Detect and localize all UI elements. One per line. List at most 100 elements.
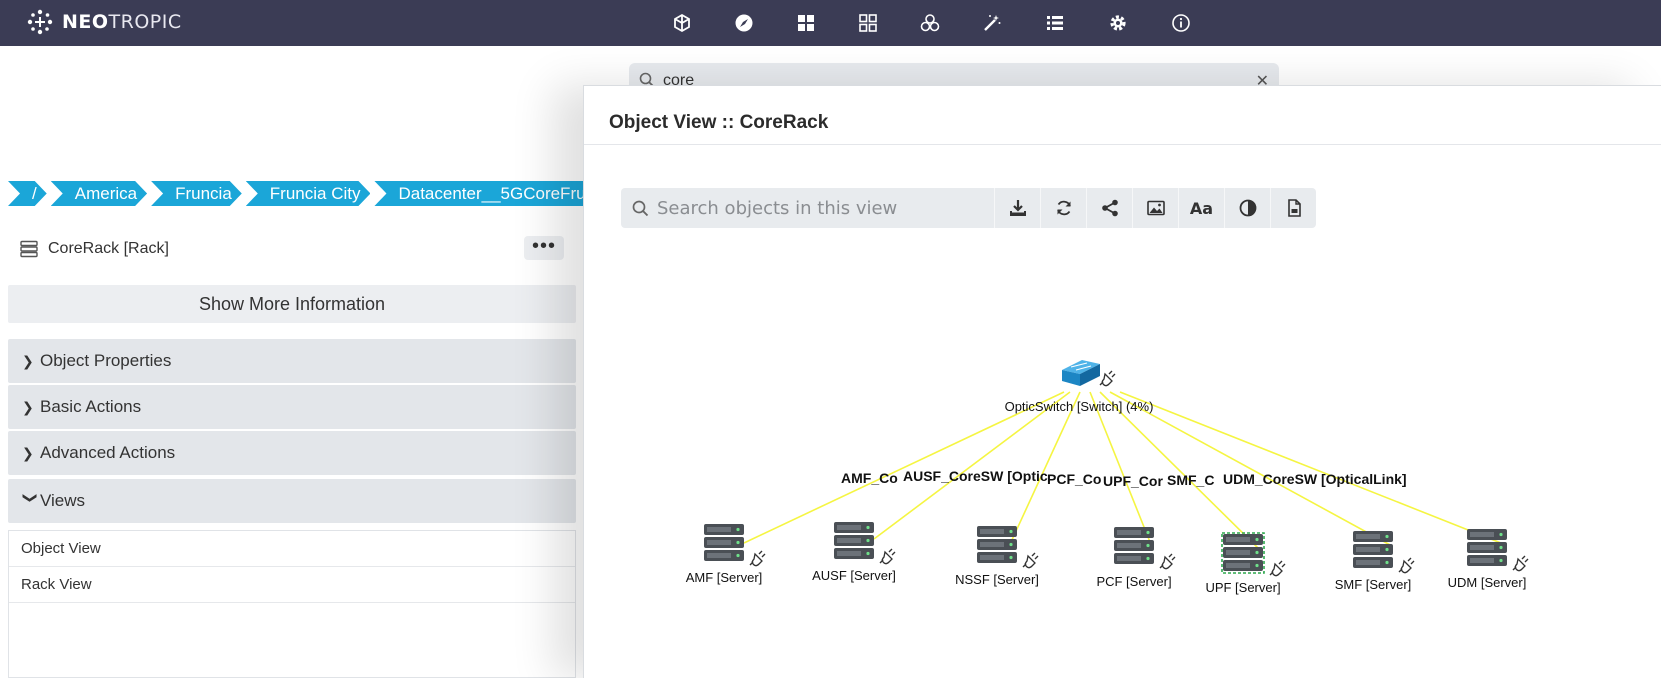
top-navbar: NEOTROPIC: [0, 0, 1661, 46]
server-icon: [1467, 529, 1507, 566]
server-node-udm[interactable]: UDM [Server]: [1448, 529, 1529, 590]
section-label: Object Properties: [40, 351, 172, 370]
plug-icon: [1512, 555, 1529, 572]
breadcrumb-datacenter[interactable]: Datacenter__5GCoreFruncia: [374, 181, 592, 206]
contrast-icon: [1239, 199, 1256, 217]
breadcrumb-fruncia-city[interactable]: Fruncia City: [246, 181, 371, 206]
plug-icon: [1398, 557, 1415, 574]
view-rack-view[interactable]: Rack View: [9, 567, 575, 603]
chevron-right-icon: ❯: [22, 353, 34, 369]
modules-icon[interactable]: [918, 11, 942, 35]
dashboard-grid-icon[interactable]: [794, 11, 818, 35]
export-file-button[interactable]: [1270, 188, 1316, 228]
server-icon: [1114, 527, 1154, 564]
server-label: AUSF [Server]: [812, 568, 896, 583]
more-options-button[interactable]: •••: [524, 236, 564, 260]
chevron-right-icon: ❯: [22, 445, 34, 461]
font-size-button[interactable]: Aa: [1178, 188, 1224, 228]
download-button[interactable]: [994, 188, 1040, 228]
server-label: SMF [Server]: [1335, 577, 1412, 592]
share-button[interactable]: [1086, 188, 1132, 228]
link-label-upf[interactable]: UPF_Cor: [1103, 473, 1163, 489]
server-node-amf[interactable]: AMF [Server]: [686, 524, 766, 585]
link-label-amf[interactable]: AMF_Co: [841, 470, 898, 486]
share-icon: [1101, 199, 1118, 217]
magic-wand-icon[interactable]: [980, 11, 1004, 35]
server-node-upf[interactable]: UPF [Server]: [1205, 532, 1286, 595]
view-search-input[interactable]: [657, 188, 987, 228]
link-labels: AMF_Co AUSF_CoreSW [Optic PCF_Co UPF_Cor…: [841, 468, 1407, 489]
contrast-button[interactable]: [1224, 188, 1270, 228]
link-label-ausf[interactable]: AUSF_CoreSW [Optic: [903, 468, 1048, 484]
server-label: AMF [Server]: [686, 570, 763, 585]
server-icon: [704, 524, 744, 561]
compass-icon[interactable]: [732, 11, 756, 35]
download-icon: [1009, 200, 1026, 216]
server-icon: [1353, 531, 1393, 568]
topology-canvas[interactable]: AMF_Co AUSF_CoreSW [Optic PCF_Co UPF_Cor…: [584, 256, 1661, 676]
views-list: Object View Rack View: [8, 530, 576, 678]
rack-icon: [20, 240, 38, 258]
server-node-smf[interactable]: SMF [Server]: [1335, 531, 1415, 592]
server-icon: [834, 522, 874, 559]
show-more-information-button[interactable]: Show More Information: [8, 285, 576, 323]
plug-icon: [879, 548, 896, 565]
switch-icon: [1062, 360, 1100, 386]
server-label: NSSF [Server]: [955, 572, 1039, 587]
dialog-divider: [584, 144, 1661, 145]
breadcrumb-root[interactable]: /: [8, 181, 47, 206]
chevron-down-icon: ❯: [23, 492, 39, 504]
section-label: Basic Actions: [40, 397, 142, 416]
export-file-icon: [1287, 199, 1301, 217]
dialog-title: Object View :: CoreRack: [609, 112, 829, 133]
brand-bold-text: NEO: [62, 11, 109, 33]
refresh-icon: [1056, 200, 1071, 216]
section-views[interactable]: ❯Views: [8, 479, 576, 523]
refresh-button[interactable]: [1040, 188, 1086, 228]
section-advanced-actions[interactable]: ❯ Advanced Actions: [8, 431, 576, 475]
info-icon[interactable]: [1169, 11, 1193, 35]
switch-node[interactable]: OpticSwitch [Switch] (4%): [1005, 360, 1154, 414]
server-icon: [1223, 534, 1263, 571]
link-label-udm[interactable]: UDM_CoreSW [OpticalLink]: [1223, 471, 1407, 487]
section-label: Advanced Actions: [40, 443, 176, 462]
server-node-nssf[interactable]: NSSF [Server]: [955, 526, 1039, 587]
object-header: CoreRack [Rack]: [20, 238, 169, 260]
image-icon: [1146, 200, 1165, 216]
brand-light-text: TROPIC: [108, 11, 182, 33]
brand-logo[interactable]: NEOTROPIC: [24, 6, 182, 38]
view-object-view[interactable]: Object View: [9, 531, 575, 567]
link-label-smf[interactable]: SMF_C: [1167, 472, 1214, 488]
server-label: PCF [Server]: [1096, 574, 1171, 589]
server-label: UPF [Server]: [1205, 580, 1280, 595]
plug-icon: [1269, 560, 1286, 577]
brand-name: NEOTROPIC: [62, 11, 182, 33]
chevron-right-icon: ❯: [22, 399, 34, 415]
link-label-pcf[interactable]: PCF_Co: [1047, 471, 1101, 487]
plug-icon: [749, 550, 766, 567]
section-basic-actions[interactable]: ❯ Basic Actions: [8, 385, 576, 429]
plug-icon: [1099, 370, 1116, 387]
search-icon: [632, 200, 649, 217]
apps-grid-icon[interactable]: [856, 11, 880, 35]
breadcrumb-america[interactable]: America: [51, 181, 147, 206]
plug-icon: [1159, 553, 1176, 570]
object-view-dialog: Object View :: CoreRack Aa: [583, 85, 1661, 678]
object-name: CoreRack [Rack]: [48, 240, 169, 257]
image-button[interactable]: [1132, 188, 1178, 228]
cube-icon[interactable]: [670, 11, 694, 35]
font-size-icon: Aa: [1189, 198, 1214, 218]
server-icon: [977, 526, 1017, 563]
server-node-pcf[interactable]: PCF [Server]: [1096, 527, 1176, 589]
list-icon[interactable]: [1043, 11, 1067, 35]
switch-label: OpticSwitch [Switch] (4%): [1005, 399, 1154, 414]
plug-icon: [1022, 552, 1039, 569]
neotropic-logo-icon: [27, 9, 53, 35]
server-label: UDM [Server]: [1448, 575, 1527, 590]
gear-icon[interactable]: [1106, 11, 1130, 35]
breadcrumb-fruncia[interactable]: Fruncia: [151, 181, 242, 206]
view-search-field[interactable]: [621, 188, 994, 228]
breadcrumb: / America Fruncia Fruncia City Datacente…: [8, 181, 592, 206]
view-toolbar: Aa: [621, 188, 1316, 228]
section-object-properties[interactable]: ❯ Object Properties: [8, 339, 576, 383]
